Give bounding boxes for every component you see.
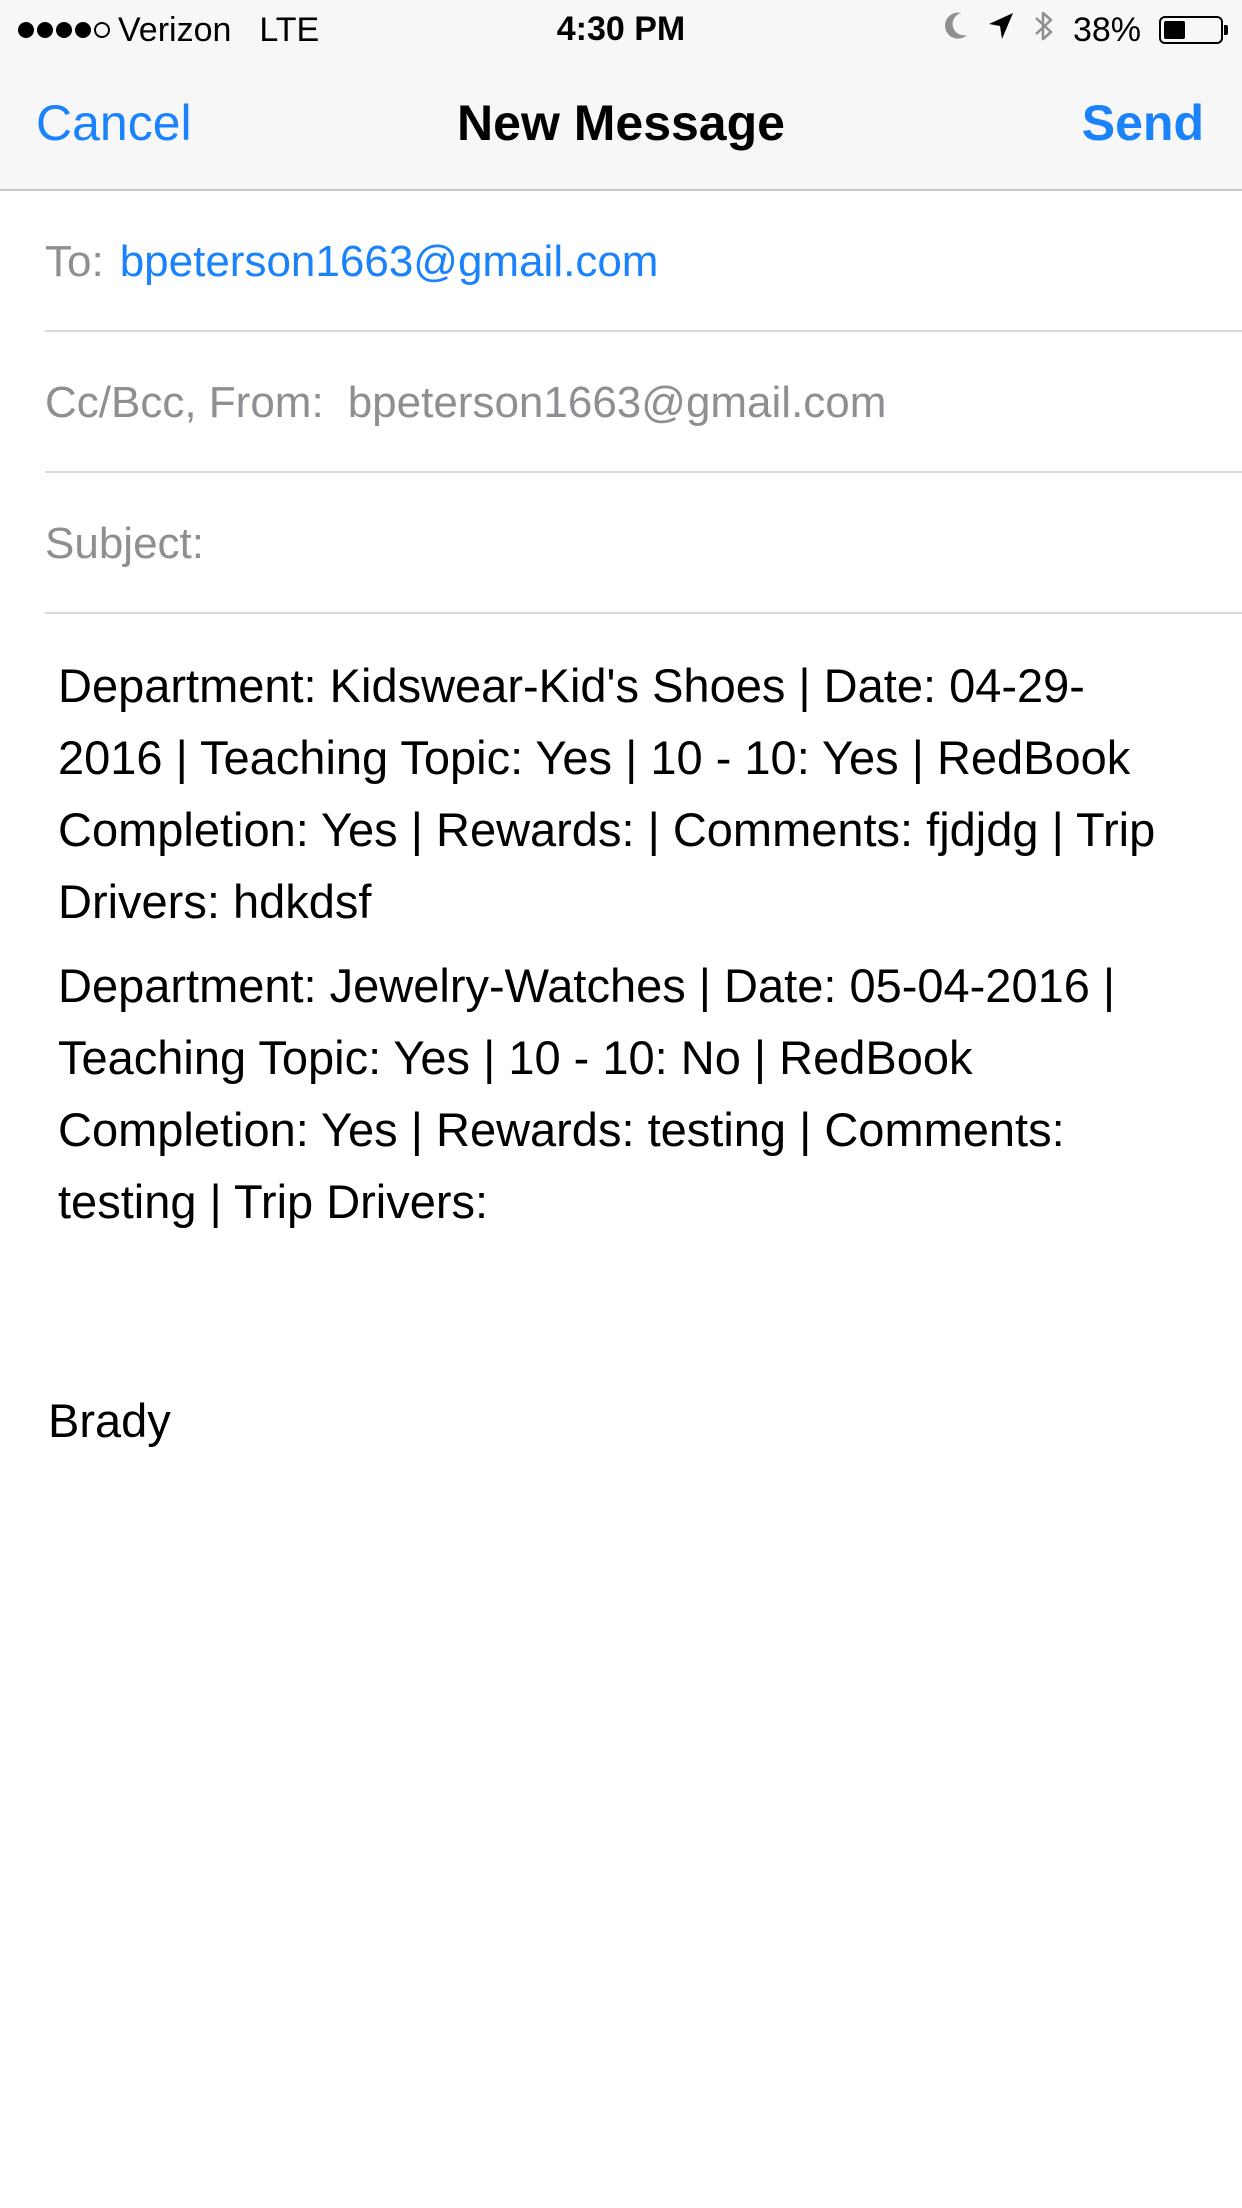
subject-input[interactable]	[211, 519, 1112, 569]
signature[interactable]: Brady	[48, 1385, 171, 1457]
subject-label: Subject:	[45, 519, 204, 568]
message-body[interactable]: Department: Kidswear-Kid's Shoes | Date:…	[58, 650, 1188, 1250]
status-bar: Verizon LTE 4:30 PM 38%	[0, 0, 1242, 60]
from-address[interactable]: bpeterson1663@gmail.com	[348, 378, 887, 427]
battery-percent: 38%	[1072, 10, 1141, 49]
recipient-address[interactable]: bpeterson1663@gmail.com	[120, 237, 659, 286]
body-paragraph[interactable]: Department: Jewelry-Watches | Date: 05-0…	[58, 950, 1188, 1238]
to-label: To:	[45, 237, 104, 286]
location-arrow-icon	[987, 11, 1015, 50]
cc-bcc-from-field[interactable]: Cc/Bcc, From: bpeterson1663@gmail.com	[45, 332, 1242, 473]
to-field[interactable]: To: bpeterson1663@gmail.com	[45, 191, 1242, 332]
subject-field[interactable]: Subject:	[45, 473, 1242, 614]
send-button[interactable]: Send	[1082, 94, 1204, 152]
status-right: 38%	[943, 10, 1228, 50]
battery-icon	[1159, 16, 1228, 44]
compose-screen: Verizon LTE 4:30 PM 38% Cancel New Messa…	[0, 0, 1242, 2208]
cancel-button[interactable]: Cancel	[36, 94, 192, 152]
nav-bar: Cancel New Message Send	[0, 60, 1242, 191]
body-paragraph[interactable]: Department: Kidswear-Kid's Shoes | Date:…	[58, 650, 1188, 938]
moon-icon	[943, 11, 969, 50]
cc-bcc-from-label: Cc/Bcc, From:	[45, 378, 324, 427]
bluetooth-icon	[1033, 8, 1055, 53]
battery-level	[1164, 21, 1185, 39]
